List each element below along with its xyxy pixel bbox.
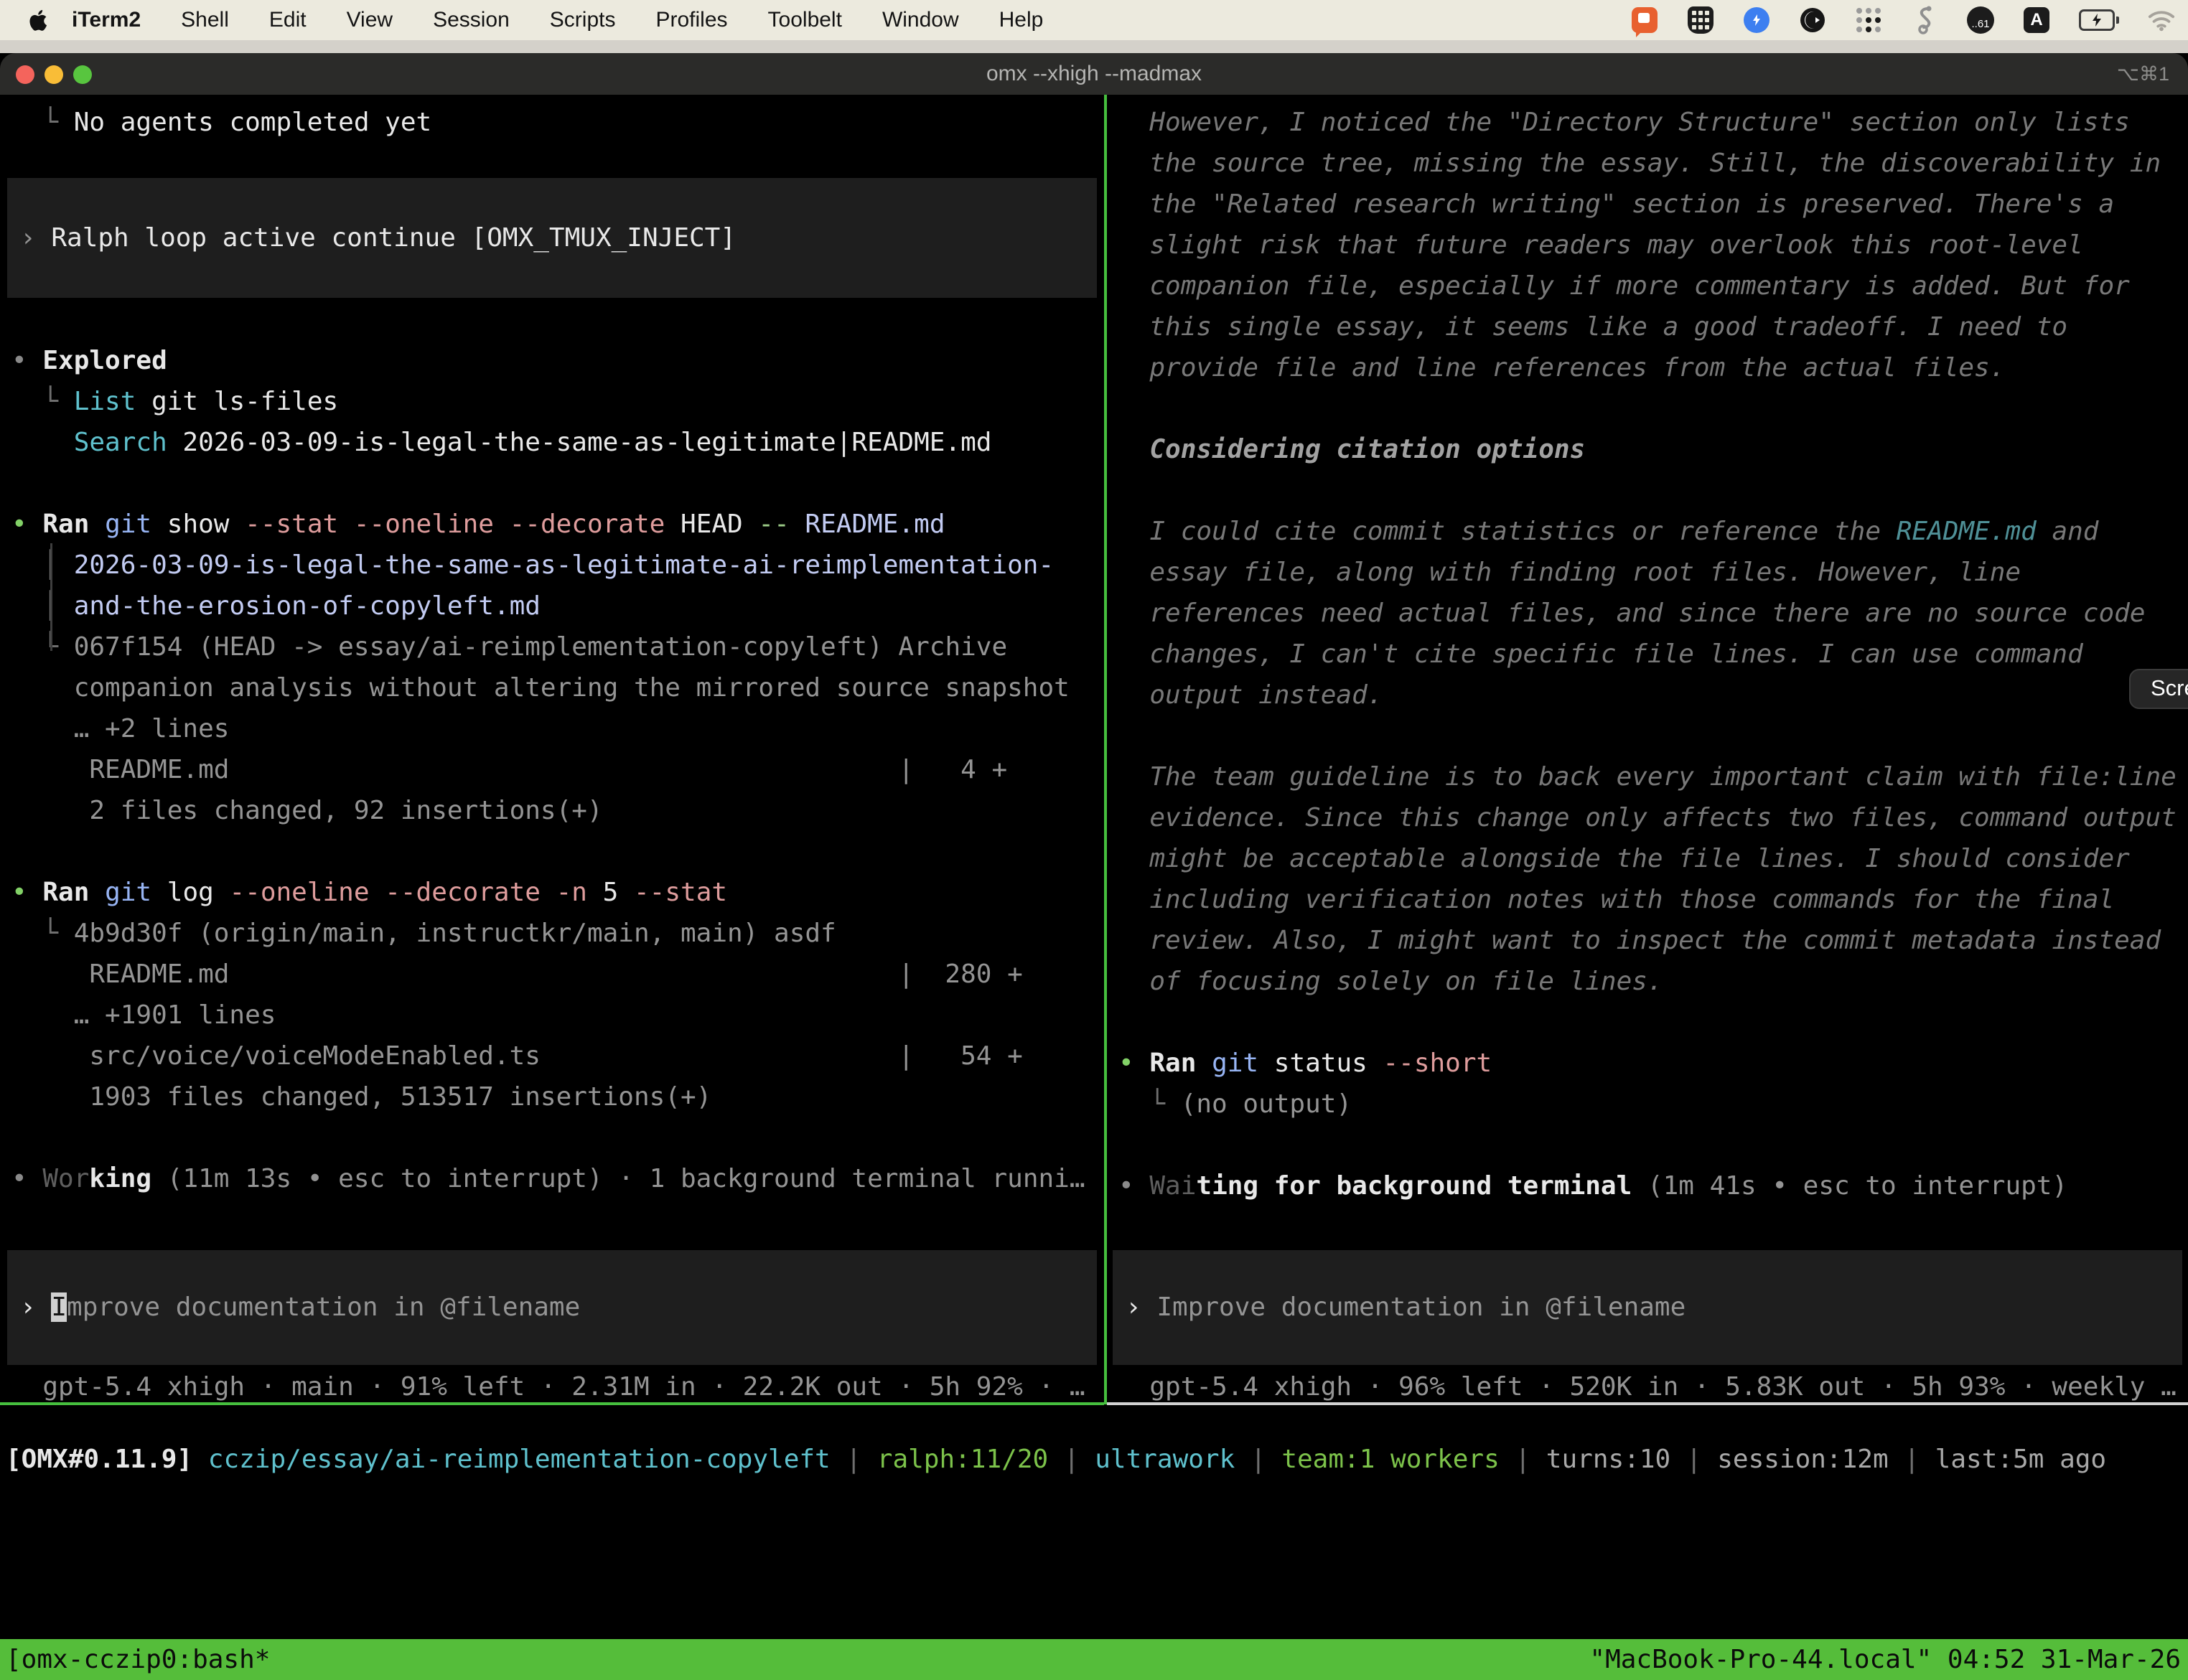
pane-divider[interactable] xyxy=(1104,95,1107,1404)
squiggle-icon[interactable] xyxy=(1911,6,1938,34)
left-model-status-line: gpt-5.4 xhigh · main · 91% left · 2.31M … xyxy=(0,1366,1104,1407)
ralph-loop-banner: › Ralph loop active continue [OMX_TMUX_I… xyxy=(7,178,1097,298)
menu-item-edit[interactable]: Edit xyxy=(269,8,307,32)
menu-bar: iTerm2 Shell Edit View Session Scripts P… xyxy=(0,0,2188,40)
menu-item-help[interactable]: Help xyxy=(999,8,1044,32)
tree-guide-line xyxy=(50,543,52,651)
tmux-status-bar[interactable]: [omx-cczip0:bash* "MacBook-Pro-44.local"… xyxy=(0,1639,2188,1680)
right-model-status-line: gpt-5.4 xhigh · 96% left · 520K in · 5.8… xyxy=(1107,1366,2188,1407)
menu-item-session[interactable]: Session xyxy=(433,8,510,32)
menu-item-shell[interactable]: Shell xyxy=(181,8,229,32)
screen-tooltip: Scre xyxy=(2129,669,2188,709)
menu-item-scripts[interactable]: Scripts xyxy=(550,8,616,32)
screen-record-icon[interactable] xyxy=(1631,6,1658,34)
wifi-icon[interactable] xyxy=(2148,6,2175,34)
left-agent-transcript: • Explored └ List git ls-files Search 20… xyxy=(0,340,1104,1199)
right-prompt-input[interactable]: › Improve documentation in @filename xyxy=(1113,1250,2182,1365)
menu-item-view[interactable]: View xyxy=(347,8,393,32)
desktop-background xyxy=(0,40,2188,53)
moon-app-icon[interactable] xyxy=(1799,6,1826,34)
screen: { "menubar": { "items": ["iTerm2", "Shel… xyxy=(0,0,2188,1602)
badge-icon[interactable] xyxy=(1743,6,1770,34)
a-app-icon[interactable]: A xyxy=(2023,6,2050,34)
window-shortcut-badge: ⌥⌘1 xyxy=(2117,53,2169,95)
battery-icon[interactable] xyxy=(2079,6,2119,34)
window-title: omx --xhigh --madmax xyxy=(0,53,2188,95)
gauge-icon[interactable]: ..61 xyxy=(1967,6,1994,34)
left-prompt-input[interactable]: › Improve documentation in @filename xyxy=(7,1250,1097,1365)
menu-item-toolbelt[interactable]: Toolbelt xyxy=(768,8,842,32)
menu-item-profiles[interactable]: Profiles xyxy=(655,8,727,32)
left-agent-pane[interactable]: └ No agents completed yet › Ralph loop a… xyxy=(0,95,1104,1409)
apple-logo-icon[interactable] xyxy=(27,8,52,32)
menu-items: iTerm2 Shell Edit View Session Scripts P… xyxy=(72,8,1043,32)
right-agent-pane[interactable]: However, I noticed the "Directory Struct… xyxy=(1107,95,2188,1409)
menu-bar-status-icons: ..61 A xyxy=(1631,0,2175,40)
menu-item-window[interactable]: Window xyxy=(882,8,959,32)
menu-item-iterm2[interactable]: iTerm2 xyxy=(72,8,141,32)
agents-summary-line: └ No agents completed yet xyxy=(0,102,1104,143)
omx-session-status-bar: [OMX#0.11.9] cczip/essay/ai-reimplementa… xyxy=(0,1405,2188,1639)
terminal-content: └ No agents completed yet › Ralph loop a… xyxy=(0,95,2188,1602)
keyboard-icon[interactable] xyxy=(1687,6,1714,34)
tmux-hostname-clock: "MacBook-Pro-44.local" 04:52 31-Mar-26 xyxy=(1584,1639,2181,1680)
dots-grid-icon[interactable] xyxy=(1855,6,1882,34)
right-agent-transcript: However, I noticed the "Directory Struct… xyxy=(1107,102,2188,1206)
